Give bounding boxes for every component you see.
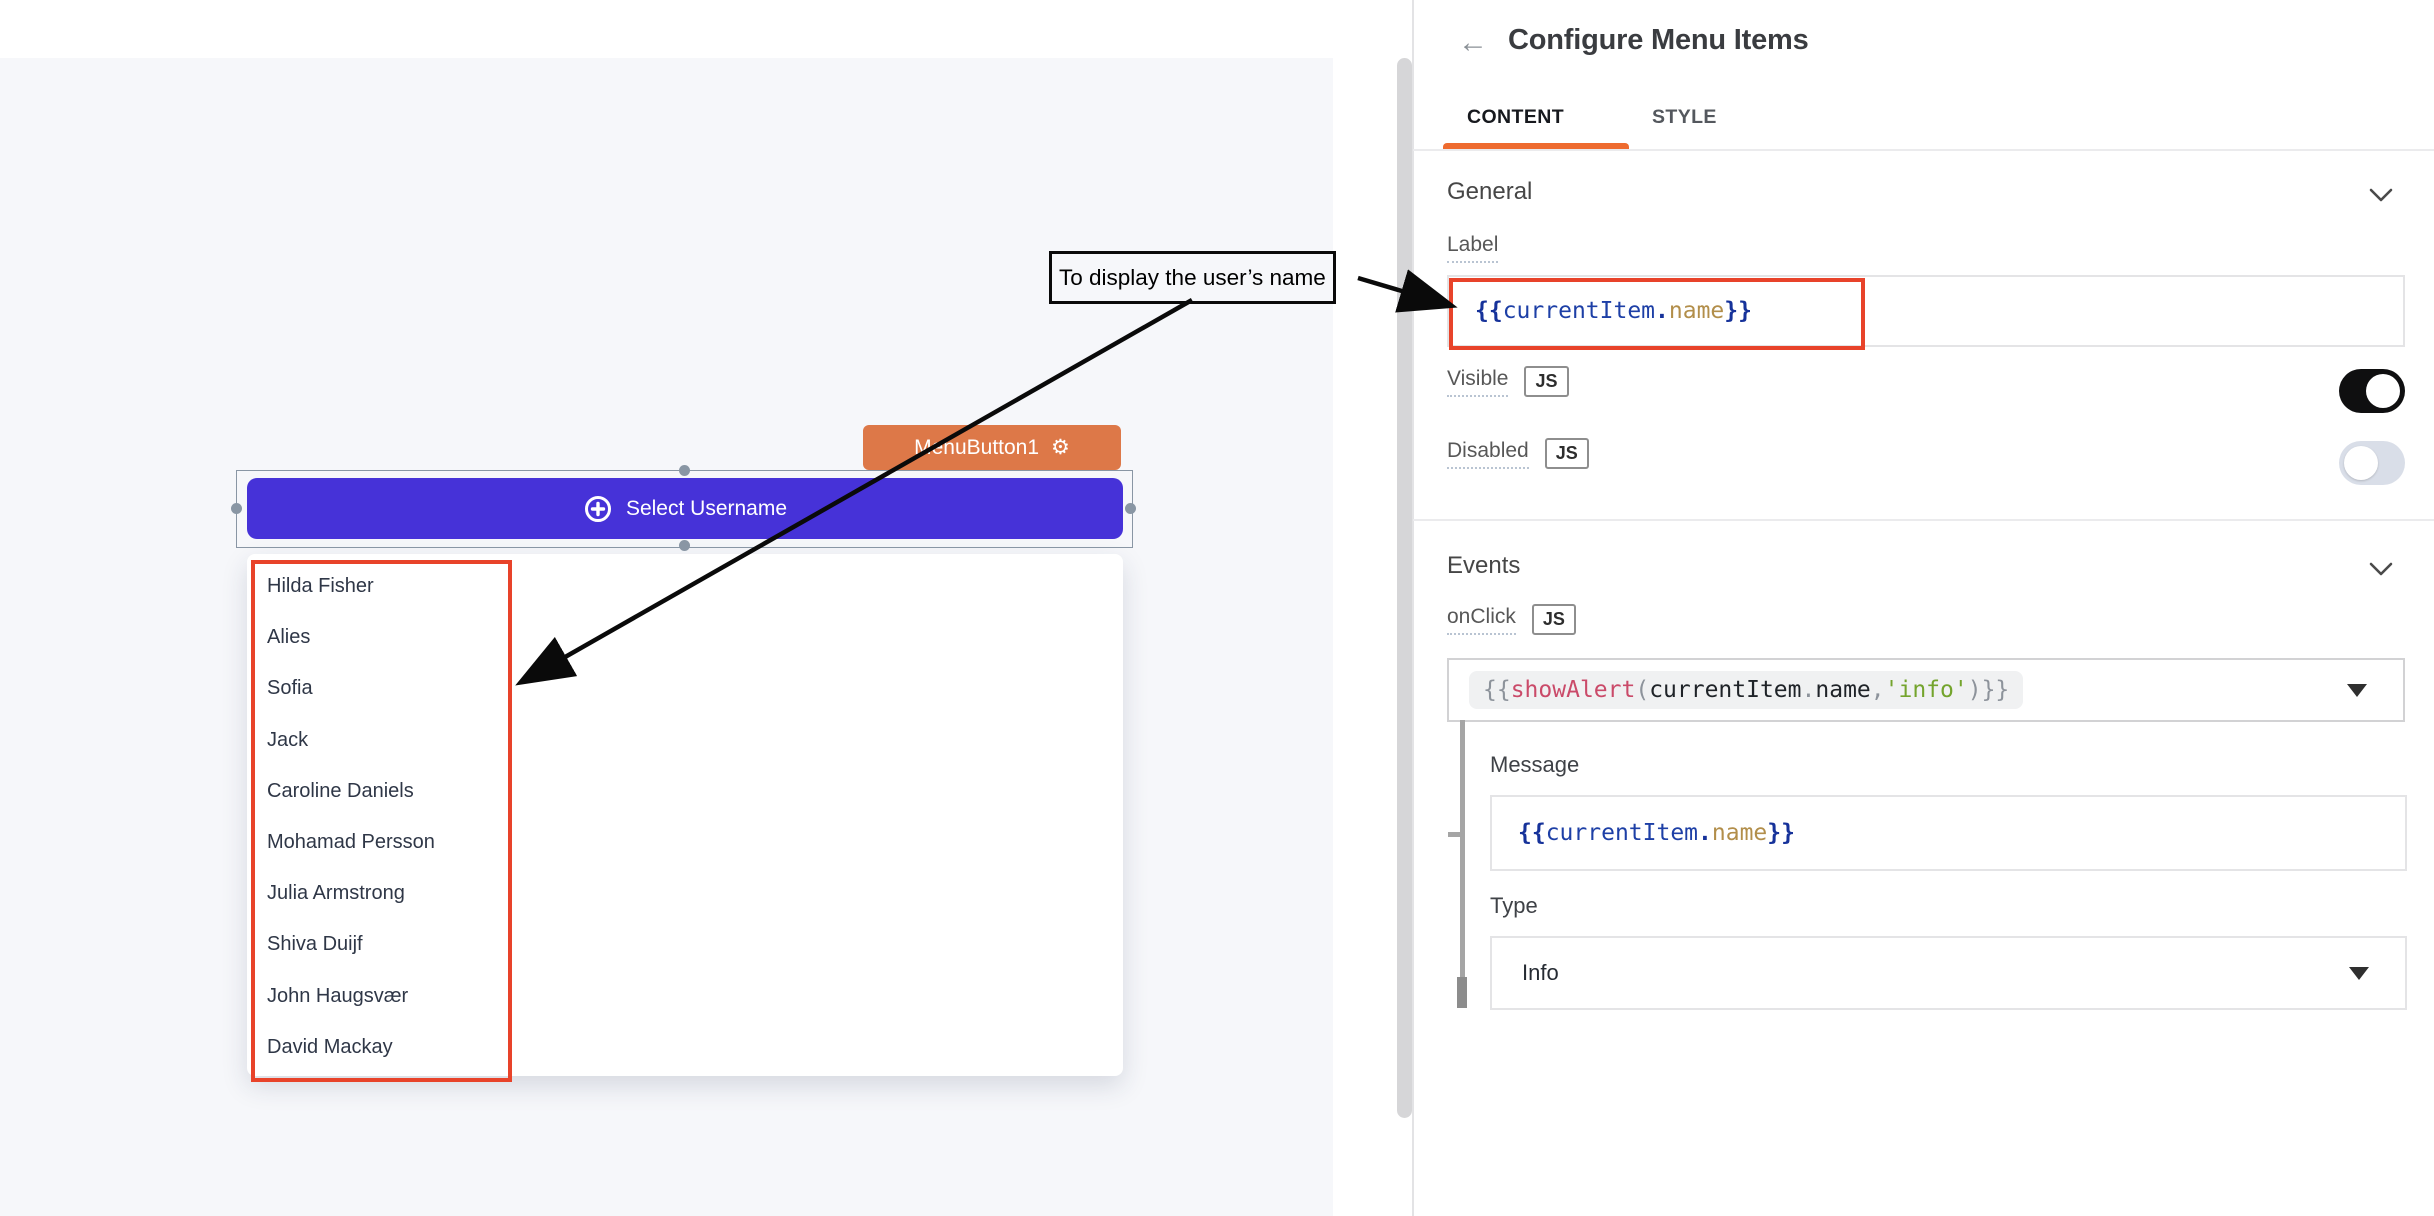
- action-tree-tick: [1448, 832, 1460, 837]
- menu-item[interactable]: Jack: [267, 729, 497, 752]
- resize-handle-top[interactable]: [679, 465, 690, 476]
- code-paren: ): [1968, 677, 1982, 703]
- onclick-label: onClick: [1447, 605, 1516, 635]
- code-string: 'info': [1885, 677, 1968, 703]
- message-input[interactable]: {{currentItem.name}}: [1490, 795, 2407, 871]
- dropdown-caret-icon[interactable]: [2347, 684, 2367, 697]
- panel-scrollbar[interactable]: [1397, 58, 1412, 1118]
- label-field-label: Label: [1447, 233, 1498, 263]
- disabled-label: Disabled: [1447, 439, 1529, 469]
- section-divider: [1413, 519, 2434, 521]
- menu-item[interactable]: Alies: [267, 626, 497, 649]
- visible-switch[interactable]: [2339, 369, 2405, 413]
- back-button[interactable]: ←: [1452, 22, 1494, 64]
- annotation-highlight-label-input: [1449, 278, 1865, 350]
- code-dot: .: [1802, 677, 1816, 703]
- section-general-title: General: [1447, 178, 1532, 206]
- tab-content[interactable]: CONTENT: [1467, 106, 1564, 129]
- select-username-button[interactable]: Select Username: [247, 478, 1123, 539]
- onclick-action-select[interactable]: {{showAlert(currentItem.name,'info')}}: [1447, 658, 2405, 722]
- switch-knob: [2344, 446, 2378, 480]
- tab-style[interactable]: STYLE: [1652, 106, 1717, 129]
- code-open-braces: {{: [1518, 820, 1546, 846]
- select-username-label: Select Username: [626, 497, 787, 521]
- code-prop: name: [1712, 820, 1767, 846]
- menu-item[interactable]: Sofia: [267, 677, 497, 700]
- onclick-js-toggle[interactable]: JS: [1532, 604, 1576, 635]
- annotation-callout: To display the user’s name: [1049, 251, 1336, 304]
- message-input-value: {{currentItem.name}}: [1518, 820, 1795, 846]
- visible-label: Visible: [1447, 367, 1508, 397]
- dropdown-caret-icon[interactable]: [2349, 967, 2369, 980]
- widget-name-label: MenuButton1: [914, 436, 1039, 460]
- type-selected-value: Info: [1522, 960, 1559, 986]
- action-tree-connector: [1460, 720, 1465, 1008]
- menu-item[interactable]: John Haugsvær: [267, 985, 497, 1008]
- menu-item[interactable]: Shiva Duijf: [267, 933, 497, 956]
- code-object: currentItem: [1649, 677, 1801, 703]
- visible-js-toggle[interactable]: JS: [1524, 366, 1568, 397]
- app-root: MenuButton1 ⚙ Select Username Hilda Fish…: [0, 0, 2434, 1216]
- menu-item[interactable]: Hilda Fisher: [267, 575, 497, 598]
- type-label: Type: [1490, 893, 1538, 919]
- code-open-braces: {{: [1483, 677, 1511, 703]
- menu-item-list: Hilda Fisher Alies Sofia Jack Caroline D…: [267, 561, 497, 1073]
- gear-icon[interactable]: ⚙: [1051, 437, 1070, 458]
- menu-item[interactable]: Mohamad Persson: [267, 831, 497, 854]
- section-events-title: Events: [1447, 552, 1520, 580]
- disabled-switch[interactable]: [2339, 441, 2405, 485]
- resize-handle-left[interactable]: [231, 503, 242, 514]
- code-prop: name: [1815, 677, 1870, 703]
- panel-title: Configure Menu Items: [1508, 24, 1809, 57]
- chevron-down-icon[interactable]: [2368, 186, 2394, 204]
- resize-handle-bottom[interactable]: [679, 540, 690, 551]
- code-function: showAlert: [1511, 677, 1636, 703]
- code-dot: .: [1698, 820, 1712, 846]
- action-tree-connector-end: [1457, 977, 1467, 1008]
- menu-item[interactable]: Caroline Daniels: [267, 780, 497, 803]
- disabled-js-toggle[interactable]: JS: [1545, 438, 1589, 469]
- switch-knob: [2366, 374, 2400, 408]
- type-select[interactable]: Info: [1490, 936, 2407, 1010]
- widget-name-tag[interactable]: MenuButton1 ⚙: [863, 425, 1121, 470]
- code-object: currentItem: [1546, 820, 1698, 846]
- menu-item[interactable]: Julia Armstrong: [267, 882, 497, 905]
- message-label: Message: [1490, 752, 1579, 778]
- panel-divider: [1412, 0, 1414, 1216]
- menu-item[interactable]: David Mackay: [267, 1036, 497, 1059]
- onclick-action-chip: {{showAlert(currentItem.name,'info')}}: [1469, 671, 2023, 709]
- code-close-braces: }}: [1767, 820, 1795, 846]
- resize-handle-right[interactable]: [1125, 503, 1136, 514]
- plus-circle-icon: [583, 494, 613, 524]
- tabbar-divider: [1413, 149, 2434, 151]
- code-comma: ,: [1871, 677, 1885, 703]
- chevron-down-icon[interactable]: [2368, 560, 2394, 578]
- code-paren: (: [1635, 677, 1649, 703]
- code-close-braces: }}: [1982, 677, 2010, 703]
